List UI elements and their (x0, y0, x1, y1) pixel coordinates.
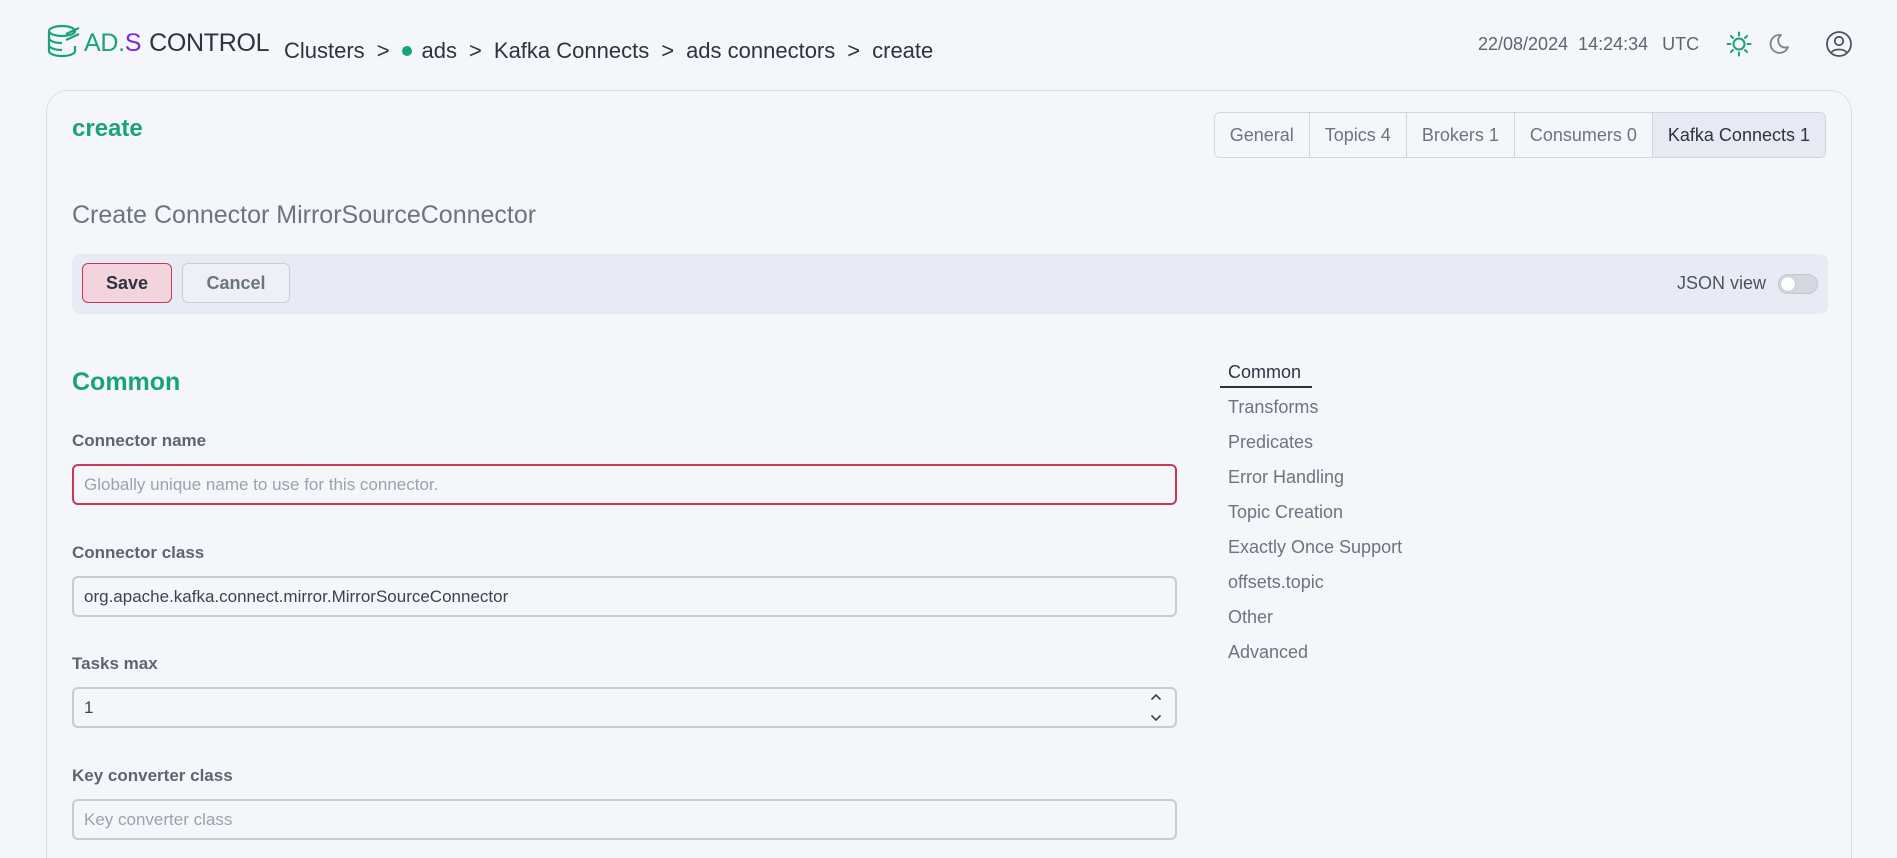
page-title: create (72, 115, 143, 142)
server-datetime: 22/08/2024 14:24:34 UTC (1478, 32, 1699, 56)
sun-icon[interactable] (1725, 30, 1753, 58)
cluster-status-dot (401, 46, 412, 56)
tasks-max-input[interactable]: 1 (72, 687, 1177, 728)
tab-brokers[interactable]: Brokers 1 (1406, 113, 1515, 157)
nav-item-other[interactable]: Other (1228, 605, 1273, 629)
tasks-max-value: 1 (84, 697, 94, 717)
nav-item-exactly-once-support[interactable]: Exactly Once Support (1228, 535, 1402, 559)
breadcrumb-current: create (872, 38, 934, 63)
breadcrumb: Clusters > ads > Kafka Connects > ads co… (284, 36, 933, 66)
cluster-tabs: General Topics 4 Brokers 1 Consumers 0 K… (1213, 112, 1826, 158)
section-title: Common (72, 368, 181, 396)
timezone-text: UTC (1662, 33, 1700, 54)
save-button[interactable]: Save (82, 263, 172, 303)
user-icon[interactable] (1825, 30, 1853, 58)
connector-name-placeholder: Globally unique name to use for this con… (84, 474, 439, 494)
breadcrumb-separator: > (469, 38, 482, 63)
chevron-down-icon[interactable] (1150, 714, 1162, 722)
logo-icon (46, 24, 82, 63)
date-text: 22/08/2024 (1478, 33, 1569, 54)
breadcrumb-connect[interactable]: ads connectors (686, 38, 835, 64)
cancel-button[interactable]: Cancel (182, 263, 290, 303)
active-underline (1220, 386, 1312, 388)
moon-icon[interactable] (1765, 30, 1793, 58)
nav-item-common[interactable]: Common (1220, 360, 1312, 388)
form-heading: Create Connector MirrorSourceConnector (72, 201, 537, 229)
quantity-stepper[interactable] (1149, 693, 1163, 722)
nav-item-transforms[interactable]: Transforms (1228, 395, 1318, 419)
breadcrumb-separator: > (661, 38, 675, 63)
nav-item-offsets-topic[interactable]: offsets.topic (1228, 570, 1324, 594)
key-converter-label: Key converter class (72, 766, 233, 785)
tab-kafka-connects[interactable]: Kafka Connects 1 (1652, 113, 1825, 157)
chevron-up-icon[interactable] (1150, 693, 1162, 701)
nav-item-predicates[interactable]: Predicates (1228, 430, 1313, 454)
tab-topics[interactable]: Topics 4 (1309, 113, 1407, 157)
toggle-knob (1781, 277, 1795, 291)
connector-name-input[interactable]: Globally unique name to use for this con… (72, 464, 1177, 505)
connector-class-label: Connector class (72, 543, 205, 562)
key-converter-placeholder: Key converter class (84, 809, 233, 829)
breadcrumb-kafka-connects[interactable]: Kafka Connects (494, 38, 649, 64)
tab-general[interactable]: General (1214, 113, 1310, 157)
key-converter-input[interactable]: Key converter class (72, 799, 1177, 840)
nav-item-topic-creation[interactable]: Topic Creation (1228, 500, 1343, 524)
nav-item-label: Common (1228, 362, 1302, 382)
connector-name-label: Connector name (72, 431, 207, 450)
breadcrumb-clusters[interactable]: Clusters (284, 38, 365, 64)
nav-item-advanced[interactable]: Advanced (1228, 640, 1308, 664)
breadcrumb-cluster[interactable]: ads (422, 38, 457, 64)
tasks-max-label: Tasks max (72, 654, 158, 673)
breadcrumb-separator: > (847, 38, 861, 63)
json-view-toggle[interactable] (1778, 274, 1818, 294)
time-text: 14:24:34 (1578, 33, 1649, 54)
tab-consumers[interactable]: Consumers 0 (1514, 113, 1653, 157)
form-toolbar: Save Cancel JSON view (72, 254, 1828, 314)
app-header: AD.S CONTROL Clusters > ads > Kafka Conne… (0, 0, 1897, 90)
breadcrumb-separator: > (376, 38, 390, 63)
nav-item-error-handling[interactable]: Error Handling (1228, 465, 1344, 489)
connector-class-value: org.apache.kafka.connect.mirror.MirrorSo… (84, 586, 509, 606)
connector-class-input[interactable]: org.apache.kafka.connect.mirror.MirrorSo… (72, 576, 1177, 617)
logo-text: AD.S CONTROL (84, 29, 270, 57)
main-card: create General Topics 4 Brokers 1 Consum… (46, 90, 1852, 858)
logo[interactable]: AD.S CONTROL (46, 24, 270, 63)
json-view-label: JSON view (1676, 273, 1766, 293)
